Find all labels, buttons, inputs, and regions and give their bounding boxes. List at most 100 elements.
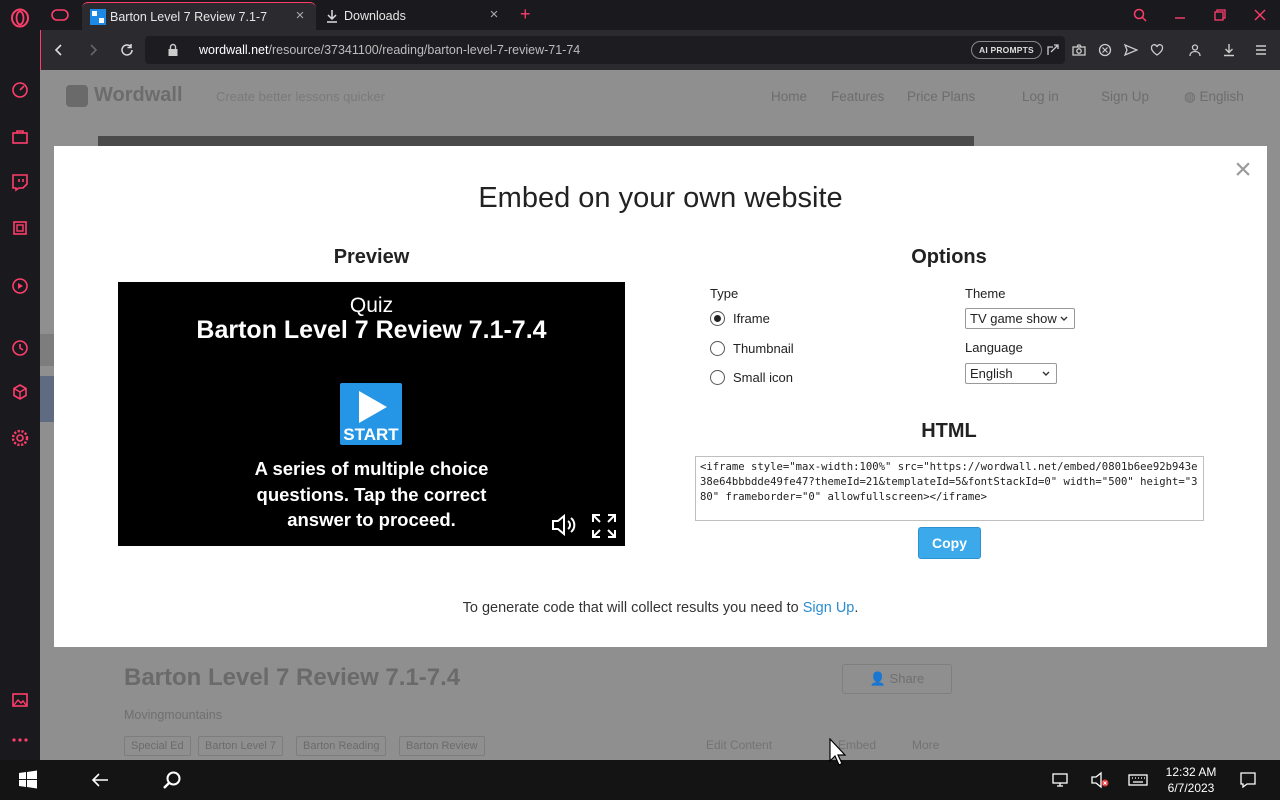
- network-icon[interactable]: [1048, 769, 1072, 791]
- radio-unchecked[interactable]: [710, 369, 725, 385]
- adblock-icon[interactable]: [1097, 42, 1113, 58]
- preview-activity-type: Quiz: [349, 294, 394, 317]
- history-icon[interactable]: [8, 336, 32, 360]
- heart-icon[interactable]: [1149, 42, 1165, 58]
- back-arrow-icon[interactable]: [88, 769, 112, 791]
- nav-log-in[interactable]: Log in: [1022, 89, 1059, 104]
- address-bar: wordwall.net/resource/37341100/reading/b…: [40, 30, 1280, 70]
- download-icon: [327, 10, 337, 23]
- language-label: English: [1199, 89, 1244, 104]
- share-label: Share: [889, 671, 925, 686]
- minimize-button[interactable]: [1168, 4, 1192, 26]
- type-option-thumbnail[interactable]: Thumbnail: [710, 339, 794, 357]
- user-icon: 👤: [869, 671, 890, 686]
- copy-button[interactable]: Copy: [918, 527, 981, 559]
- tab-downloads[interactable]: Downloads ×: [316, 2, 510, 30]
- language-selector[interactable]: ◍ English: [1184, 89, 1244, 105]
- search-tabs-icon[interactable]: [1128, 4, 1152, 26]
- nav-sign-up[interactable]: Sign Up: [1101, 89, 1149, 104]
- tag-barton-level-7[interactable]: Barton Level 7: [198, 736, 283, 756]
- ai-prompts-button[interactable]: AI PROMPTS: [971, 41, 1042, 59]
- opera-sidebar: [0, 0, 40, 760]
- settings-gear-icon[interactable]: [8, 426, 32, 450]
- downloads-icon[interactable]: [1219, 40, 1239, 60]
- more-dots-icon[interactable]: [8, 728, 32, 752]
- language-select[interactable]: English: [965, 363, 1057, 384]
- tab-close-icon[interactable]: ×: [486, 7, 502, 23]
- speed-dial-icon[interactable]: [8, 78, 32, 102]
- radio-checked[interactable]: [710, 310, 725, 326]
- mouse-cursor-icon: [829, 738, 847, 766]
- shopping-icon[interactable]: [8, 124, 32, 148]
- account-icon[interactable]: [1185, 40, 1205, 60]
- reload-button[interactable]: [117, 40, 137, 60]
- windows-start-icon[interactable]: [16, 769, 40, 791]
- extensions-icon[interactable]: [8, 380, 32, 404]
- back-button[interactable]: [49, 40, 69, 60]
- type-option-small-icon[interactable]: Small icon: [710, 368, 793, 386]
- signup-link[interactable]: Sign Up: [803, 600, 855, 616]
- close-window-button[interactable]: [1248, 4, 1272, 26]
- url-host: wordwall.net: [199, 43, 269, 57]
- taskbar: 12:32 AM 6/7/2023: [0, 760, 1280, 800]
- url-path: /resource/37341100/reading/barton-level-…: [268, 43, 581, 57]
- type-option-label: Iframe: [733, 310, 770, 326]
- twitch-icon[interactable]: [8, 170, 32, 194]
- tag-barton-reading[interactable]: Barton Reading: [296, 736, 387, 756]
- gx-control-icon[interactable]: [8, 216, 32, 240]
- url-field[interactable]: wordwall.net/resource/37341100/reading/b…: [145, 36, 1164, 64]
- options-heading: Options: [911, 246, 987, 268]
- system-clock[interactable]: 12:32 AM 6/7/2023: [1158, 764, 1224, 796]
- language-value: English: [970, 366, 1013, 381]
- camera-icon[interactable]: [1071, 42, 1087, 58]
- send-icon[interactable]: [1123, 42, 1139, 58]
- modal-title: Embed on your own website: [478, 182, 843, 214]
- share-button[interactable]: 👤 Share: [842, 664, 952, 694]
- start-button[interactable]: START: [340, 383, 402, 445]
- chevron-down-icon: [1060, 316, 1068, 321]
- forward-button[interactable]: [83, 40, 103, 60]
- type-option-iframe[interactable]: Iframe: [710, 309, 770, 327]
- tab-close-icon[interactable]: ×: [292, 8, 308, 24]
- wordwall-logo[interactable]: Wordwall: [66, 84, 183, 107]
- tab-bar: Barton Level 7 Review 7.1-7 × Downloads …: [40, 0, 1280, 30]
- fullscreen-icon[interactable]: [590, 512, 618, 540]
- sound-icon[interactable]: [550, 512, 578, 538]
- tag-special-ed[interactable]: Special Ed: [124, 736, 191, 756]
- tag-barton-review[interactable]: Barton Review: [399, 736, 485, 756]
- gallery-icon[interactable]: [8, 688, 32, 712]
- site-header: Wordwall Create better lessons quicker H…: [40, 70, 1280, 122]
- share-edit-icon[interactable]: [1045, 42, 1061, 58]
- theme-select[interactable]: TV game show: [965, 308, 1075, 329]
- chevron-down-icon: [1042, 371, 1050, 376]
- site-tagline: Create better lessons quicker: [216, 89, 386, 104]
- modal-close-button[interactable]: ×: [1230, 155, 1256, 185]
- tab-title: Downloads: [344, 9, 406, 23]
- nav-price-plans[interactable]: Price Plans: [907, 89, 975, 104]
- volume-muted-icon[interactable]: [1088, 769, 1112, 791]
- restore-button[interactable]: [1208, 4, 1232, 26]
- language-label: Language: [965, 340, 1023, 355]
- activity-preview[interactable]: Quiz Barton Level 7 Review 7.1-7.4 START…: [118, 282, 625, 546]
- radio-unchecked[interactable]: [710, 340, 725, 356]
- nav-home[interactable]: Home: [771, 89, 807, 104]
- easy-setup-menu-icon[interactable]: [1251, 40, 1271, 60]
- url-text: wordwall.net/resource/37341100/reading/b…: [199, 43, 580, 57]
- embed-code-textarea[interactable]: <iframe style="max-width:100%" src="http…: [695, 456, 1204, 521]
- notifications-icon[interactable]: [1236, 769, 1260, 791]
- search-icon[interactable]: [160, 769, 184, 791]
- theme-value: TV game show: [970, 311, 1057, 326]
- nav-features[interactable]: Features: [831, 89, 884, 104]
- wordwall-favicon-icon: [90, 8, 106, 25]
- opera-logo-icon[interactable]: [8, 6, 32, 30]
- edit-content-link[interactable]: Edit Content: [706, 738, 772, 752]
- globe-icon: ◍: [1184, 89, 1200, 104]
- author-name[interactable]: Movingmountains: [124, 708, 222, 722]
- workspaces-icon[interactable]: [50, 6, 70, 24]
- player-icon[interactable]: [8, 274, 32, 298]
- keyboard-icon[interactable]: [1126, 769, 1150, 791]
- more-link[interactable]: More: [912, 738, 939, 752]
- new-tab-button[interactable]: +: [520, 4, 531, 24]
- signup-note-text: To generate code that will collect resul…: [462, 600, 803, 616]
- tab-barton-review[interactable]: Barton Level 7 Review 7.1-7 ×: [82, 2, 316, 30]
